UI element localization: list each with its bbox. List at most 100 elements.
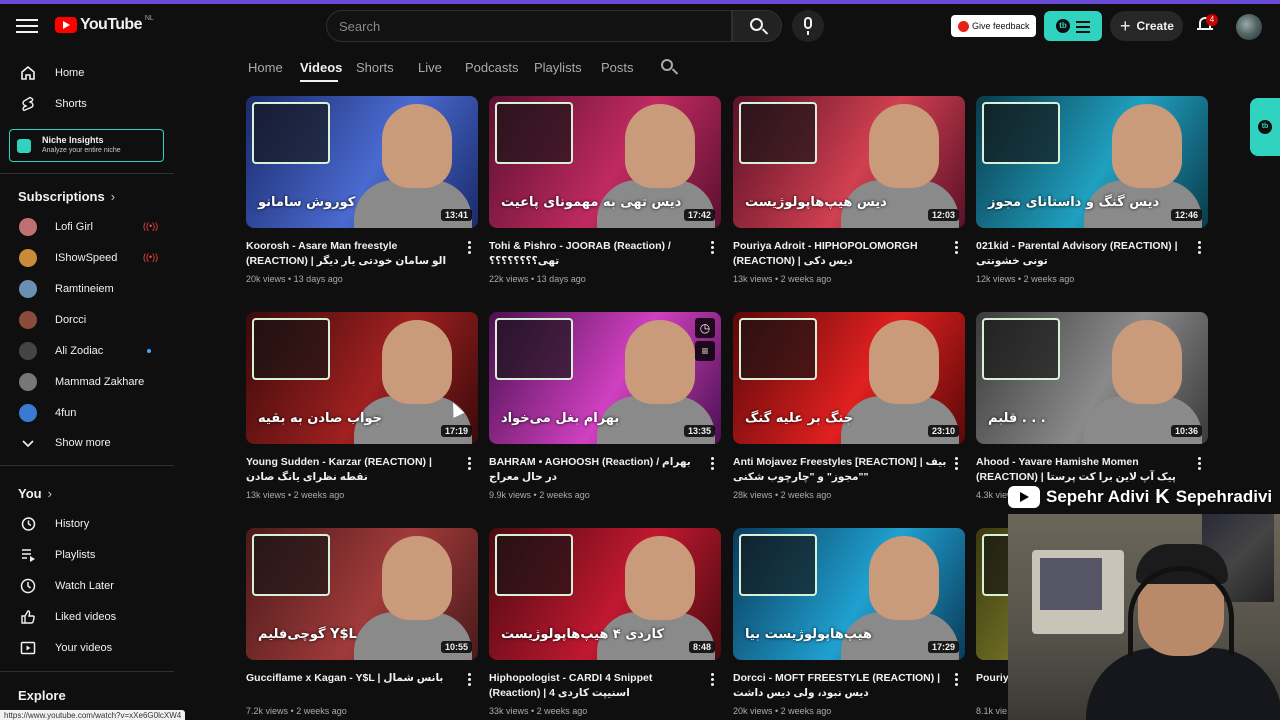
give-feedback-button[interactable]: Give feedback <box>951 15 1036 37</box>
channel-avatar <box>19 342 37 360</box>
channel-avatar <box>19 280 37 298</box>
subscriptions-heading[interactable]: Subscriptions › <box>18 189 115 204</box>
video-title[interactable]: Pouriya Adroit - HIPHOPOLOMORGH (REACTIO… <box>733 239 947 269</box>
video-title[interactable]: 021kid - Parental Advisory (REACTION) | … <box>976 239 1190 269</box>
tab-shorts[interactable]: Shorts <box>356 60 394 75</box>
video-card[interactable]: کاردی ۴ هیپ‌هاپولوژیست 8:48 Hiphopologist … <box>489 528 721 720</box>
channel-search-icon[interactable] <box>661 59 673 71</box>
search-input[interactable] <box>339 11 719 41</box>
tab-videos[interactable]: Videos <box>300 60 342 75</box>
more-actions-icon[interactable] <box>955 673 959 687</box>
video-card[interactable]: دیس تهی به مهمونای پاعیت 17:42 Tohi & Pish… <box>489 96 721 296</box>
video-card[interactable]: بهرام بغل می‌خواد 13:35 ◷ ≡ BAHRAM • AGHOOSH… <box>489 312 721 512</box>
account-avatar[interactable] <box>1236 14 1262 40</box>
create-button[interactable]: + Create <box>1110 11 1183 41</box>
video-thumbnail[interactable]: هیپ‌هاپولوژیست بیا 17:29 <box>733 528 965 660</box>
video-title[interactable]: Koorosh - Asare Man freestyle (REACTION)… <box>246 239 460 269</box>
menu-icon[interactable] <box>16 15 38 37</box>
video-card[interactable]: دیس گنگ و داستانای مجوز 12:46 021kid - Par… <box>976 96 1208 296</box>
more-actions-icon[interactable] <box>711 673 715 687</box>
video-thumbnail[interactable]: دیس هیپ‌هاپولوژیست 12:03 <box>733 96 965 228</box>
video-card[interactable]: جنگ بر علیه گنگ 23:10 Anti Mojavez Freesty… <box>733 312 965 512</box>
niche-insights-card[interactable]: Niche Insights Analyze your entire niche <box>9 129 164 162</box>
search-button[interactable] <box>732 10 782 42</box>
video-card[interactable]: گوچی‌فلیم Y$L 10:55 Gucciflame x Kagan - Y… <box>246 528 478 720</box>
more-actions-icon[interactable] <box>1198 457 1202 471</box>
tab-playlists[interactable]: Playlists <box>534 60 582 75</box>
more-actions-icon[interactable] <box>711 241 715 255</box>
sidebar-item-watch-later[interactable]: Watch Later <box>0 571 174 601</box>
video-thumbnail[interactable]: دیس گنگ و داستانای مجوز 12:46 <box>976 96 1208 228</box>
video-thumbnail[interactable]: بهرام بغل می‌خواد 13:35 ◷ ≡ <box>489 312 721 444</box>
video-title[interactable]: Ahood - Yavare Hamishe Momen (REACTION) … <box>976 455 1190 485</box>
hover-actions: ◷ ≡ <box>695 318 715 364</box>
more-actions-icon[interactable] <box>711 457 715 471</box>
video-card[interactable]: کوروش سامانو 13:41 Koorosh - Asare Man fre… <box>246 96 478 296</box>
sidebar-item-subscription[interactable]: Ramtineiem <box>0 274 174 304</box>
video-card[interactable]: جواب صادن به بقیه 17:19 Young Sudden - Kar… <box>246 312 478 512</box>
presenter-head <box>869 104 939 188</box>
more-actions-icon[interactable] <box>955 241 959 255</box>
video-thumbnail[interactable]: کوروش سامانو 13:41 <box>246 96 478 228</box>
show-more-button[interactable]: Show more <box>0 428 174 458</box>
video-thumbnail[interactable]: کاردی ۴ هیپ‌هاپولوژیست 8:48 <box>489 528 721 660</box>
live-indicator-icon: ((•)) <box>143 221 159 231</box>
video-thumbnail[interactable]: دیس تهی به مهمونای پاعیت 17:42 <box>489 96 721 228</box>
video-thumbnail[interactable]: قلبم . . . 10:36 <box>976 312 1208 444</box>
add-to-queue-icon[interactable]: ≡ <box>695 341 715 361</box>
chevron-down-icon <box>22 440 34 448</box>
thumbnail-inset-image <box>252 102 330 164</box>
more-actions-icon[interactable] <box>955 457 959 471</box>
sidebar-item-subscription[interactable]: IShowSpeed ((•)) <box>0 243 174 273</box>
tubebuddy-side-tab[interactable]: tb <box>1250 98 1280 156</box>
search-box[interactable] <box>326 10 732 42</box>
meta-separator: • <box>528 706 537 716</box>
video-title[interactable]: Young Sudden - Karzar (REACTION) | نقطه … <box>246 455 460 485</box>
sidebar-item-playlists[interactable]: Playlists <box>0 540 174 570</box>
tab-posts[interactable]: Posts <box>601 60 634 75</box>
video-meta: 13k views • 2 weeks ago <box>246 490 344 500</box>
video-title[interactable]: Anti Mojavez Freestyles [REACTION] | بیف… <box>733 455 947 485</box>
niche-title: Niche Insights <box>42 135 104 145</box>
more-actions-icon[interactable] <box>468 457 472 471</box>
video-card[interactable]: قلبم . . . 10:36 Ahood - Yavare Hamishe Mo… <box>976 312 1208 512</box>
video-title[interactable]: BAHRAM • AGHOOSH (Reaction) / بهرام در ح… <box>489 455 703 485</box>
tab-live[interactable]: Live <box>418 60 442 75</box>
video-thumbnail[interactable]: گوچی‌فلیم Y$L 10:55 <box>246 528 478 660</box>
sidebar-item-subscription[interactable]: Lofi Girl ((•)) <box>0 212 174 242</box>
sidebar-item-home[interactable]: Home <box>0 58 174 88</box>
tab-podcasts[interactable]: Podcasts <box>465 60 518 75</box>
sidebar-item-liked-videos[interactable]: Liked videos <box>0 602 174 632</box>
video-card[interactable]: دیس هیپ‌هاپولوژیست 12:03 Pouriya Adroit - … <box>733 96 965 296</box>
sidebar-item-subscription[interactable]: Ali Zodiac <box>0 336 174 366</box>
more-actions-icon[interactable] <box>468 673 472 687</box>
more-actions-icon[interactable] <box>1198 241 1202 255</box>
video-thumbnail[interactable]: جنگ بر علیه گنگ 23:10 <box>733 312 965 444</box>
sidebar-item-shorts[interactable]: Shorts <box>0 89 174 119</box>
sidebar-item-history[interactable]: History <box>0 509 174 539</box>
view-count: 22k views <box>489 274 529 284</box>
youtube-logo[interactable]: YouTube NL <box>55 15 154 34</box>
meta-separator: • <box>772 706 781 716</box>
duration-badge: 17:19 <box>440 425 472 437</box>
sidebar-item-subscription[interactable]: Dorcci <box>0 305 174 335</box>
webcam-overlay <box>1008 514 1280 720</box>
search-icon <box>750 18 763 31</box>
video-title[interactable]: Dorcci - MOFT FREESTYLE (REACTION) | دیس… <box>733 671 947 701</box>
more-actions-icon[interactable] <box>468 241 472 255</box>
niche-subtitle: Analyze your entire niche <box>42 147 121 154</box>
watch-later-icon[interactable]: ◷ <box>695 318 715 338</box>
video-title[interactable]: Gucciflame x Kagan - Y$L | بانس شمال <box>246 671 460 686</box>
meta-separator: • <box>1015 274 1024 284</box>
video-thumbnail[interactable]: جواب صادن به بقیه 17:19 <box>246 312 478 444</box>
sidebar-item-subscription[interactable]: 4fun <box>0 398 174 428</box>
voice-search-button[interactable] <box>792 10 824 42</box>
you-heading[interactable]: You › <box>18 486 52 501</box>
video-title[interactable]: Hiphopologist - CARDI 4 Snippet (Reactio… <box>489 671 703 701</box>
sidebar-item-your-videos[interactable]: Your videos <box>0 633 174 663</box>
tubebuddy-extension-button[interactable]: tb <box>1044 11 1102 41</box>
video-card[interactable]: هیپ‌هاپولوژیست بیا 17:29 Dorcci - MOFT FRE… <box>733 528 965 720</box>
tab-home[interactable]: Home <box>248 60 283 75</box>
sidebar-item-subscription[interactable]: Mammad Zakhare <box>0 367 174 397</box>
video-title[interactable]: Tohi & Pishro - JOORAB (Reaction) / تهی؟… <box>489 239 703 269</box>
